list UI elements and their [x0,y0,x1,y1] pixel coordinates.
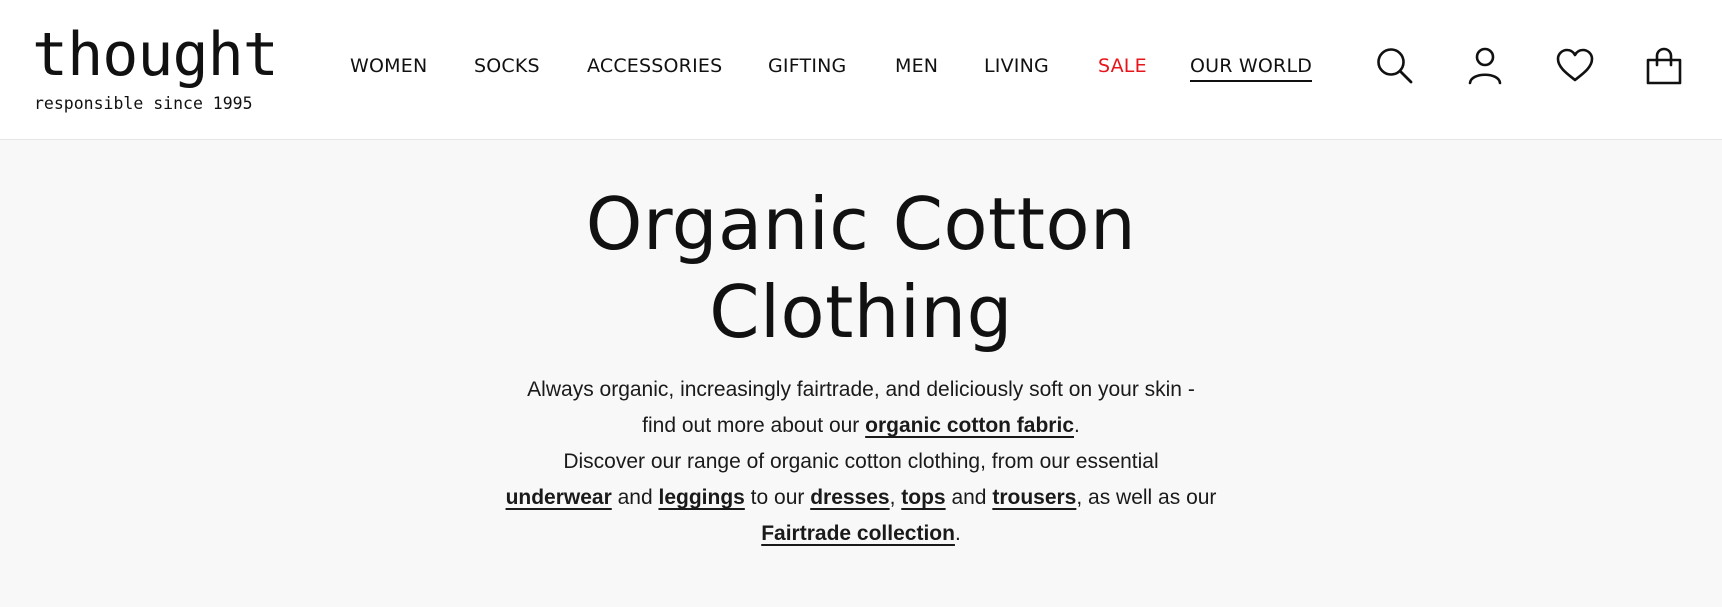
page-title: Organic Cotton Clothing [461,180,1261,356]
leggings-link[interactable]: leggings [658,486,744,509]
page-title-line1: Organic Cotton [585,182,1137,266]
account-button[interactable] [1463,44,1507,88]
wishlist-button[interactable] [1553,44,1597,88]
site-header: thought responsible since 1995 WOMEN SOC… [0,0,1722,140]
description-text: and [945,486,993,509]
description-text: Always organic, increasingly fairtrade, … [527,378,1195,401]
description-text: find out more about our [642,414,866,437]
fairtrade-collection-link[interactable]: Fairtrade collection [761,522,955,545]
nav-item-sale[interactable]: SALE [1098,54,1147,78]
nav-item-women[interactable]: WOMEN [350,54,427,78]
nav-item-our-world[interactable]: OUR WORLD [1190,54,1313,82]
nav-item-gifting[interactable]: GIFTING [768,54,846,78]
account-icon [1468,47,1502,85]
trousers-link[interactable]: trousers [992,486,1076,509]
wishlist-heart-icon [1556,48,1594,82]
description-text: Discover our range of organic cotton clo… [563,450,1159,473]
dresses-link[interactable]: dresses [810,486,889,509]
search-icon [1377,48,1413,84]
nav-item-socks[interactable]: SOCKS [474,54,540,78]
page-title-line2: Clothing [709,270,1013,354]
underwear-link[interactable]: underwear [506,486,612,509]
search-button[interactable] [1373,44,1417,88]
shopping-bag-icon [1646,47,1682,85]
description-text: , [889,486,902,509]
main-content: Organic Cotton Clothing Always organic, … [0,140,1722,607]
cart-button[interactable] [1642,44,1686,88]
nav-item-men[interactable]: MEN [895,54,938,78]
description-text: . [954,522,961,545]
description-text: , as well as our [1076,486,1217,509]
organic-cotton-fabric-link[interactable]: organic cotton fabric [865,414,1074,437]
tops-link[interactable]: tops [901,486,945,509]
category-description: Always organic, increasingly fairtrade, … [461,372,1261,552]
description-text: . [1074,414,1080,437]
nav-item-living[interactable]: LIVING [984,54,1049,78]
nav-item-accessories[interactable]: ACCESSORIES [587,54,722,78]
description-text: to our [744,486,811,509]
description-text: and [611,486,659,509]
